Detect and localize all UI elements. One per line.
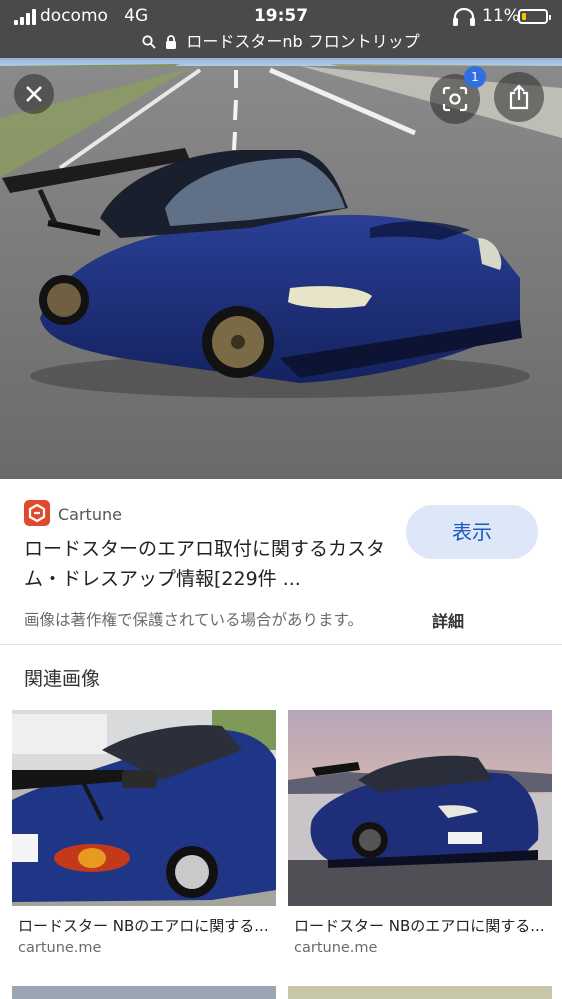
cartune-logo-icon <box>24 500 50 526</box>
related-car-photo <box>12 710 276 906</box>
main-image[interactable] <box>0 58 562 479</box>
related-caption-2[interactable]: ロードスター NBのエアロに関する... <box>294 915 545 936</box>
related-domain-1: cartune.me <box>18 940 102 956</box>
source-name[interactable]: Cartune <box>58 505 122 524</box>
search-icon <box>142 35 156 49</box>
copyright-notice: 画像は著作権で保護されている場合があります。 <box>24 611 363 629</box>
car-photo <box>0 58 562 479</box>
close-button[interactable] <box>14 74 54 114</box>
share-button[interactable] <box>494 72 544 122</box>
related-images-title: 関連画像 <box>24 668 101 690</box>
divider <box>0 644 562 645</box>
close-icon <box>26 86 42 102</box>
related-domain-2: cartune.me <box>294 940 378 956</box>
related-image-1[interactable] <box>12 710 276 906</box>
status-bar: docomo 4G 19:57 11% ロードスターnb フロントリップ <box>0 0 562 58</box>
view-button[interactable]: 表示 <box>406 505 538 559</box>
related-image-3[interactable] <box>12 986 276 999</box>
details-link[interactable]: 詳細 <box>432 608 464 632</box>
url-text: ロードスターnb フロントリップ <box>186 32 420 51</box>
related-caption-1[interactable]: ロードスター NBのエアロに関する... <box>18 915 269 936</box>
notification-badge: 1 <box>464 66 486 88</box>
clock: 19:57 <box>253 6 309 26</box>
headphones-icon <box>453 8 475 26</box>
url-bar[interactable]: ロードスターnb フロントリップ <box>0 28 562 52</box>
lens-icon <box>442 86 468 112</box>
related-car-photo <box>288 710 552 906</box>
result-title[interactable]: ロードスターのエアロ取付に関するカスタム・ドレスアップ情報[229件 ... <box>24 534 394 594</box>
battery-percentage: 11% <box>482 6 520 26</box>
related-image-4[interactable] <box>288 986 552 999</box>
related-image-2[interactable] <box>288 710 552 906</box>
share-icon <box>509 84 529 110</box>
battery-icon <box>518 9 551 24</box>
lock-icon <box>166 35 177 49</box>
